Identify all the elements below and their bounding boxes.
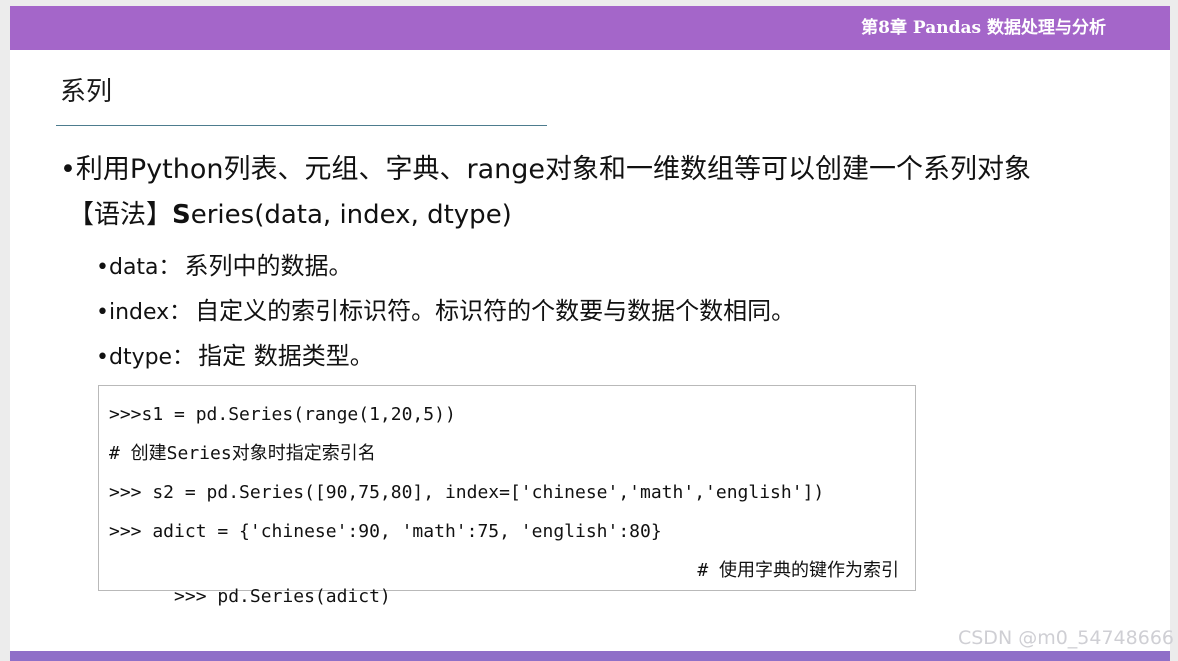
param-term: •index：	[96, 300, 192, 325]
param-term: •dtype：	[96, 345, 195, 370]
syntax-strong-letter: S	[172, 200, 191, 230]
watermark-text: CSDN @m0_54748666	[957, 627, 1174, 649]
param-dtype: •dtype： 指定 数据类型。	[96, 339, 374, 373]
header-band: 第8章 Pandas 数据处理与分析	[10, 6, 1170, 50]
param-term: •data：	[96, 255, 181, 280]
code-comment: # 创建Series对象时指定索引名	[109, 443, 376, 464]
chapter-title: 第8章 Pandas 数据处理与分析	[861, 18, 1106, 38]
param-desc: 系列中的数据。	[184, 252, 353, 280]
code-line-with-note: >>> pd.Series(adict) # 使用字典的键作为索引	[109, 558, 905, 607]
slide-title: 系列	[60, 77, 113, 107]
param-desc: 自定义的索引标识符。标识符的个数要与数据个数相同。	[195, 297, 796, 325]
slide: 第8章 Pandas 数据处理与分析 系列 •利用Python列表、元组、字典、…	[10, 6, 1170, 661]
code-block: >>>s1 = pd.Series(range(1,20,5)) # 创建Ser…	[98, 385, 916, 607]
title-underline	[56, 125, 547, 126]
code-line: >>>s1 = pd.Series(range(1,20,5))	[109, 404, 456, 425]
code-line: >>> s2 = pd.Series([90,75,80], index=['c…	[109, 482, 825, 503]
syntax-signature: eries(data, index, dtype)	[190, 200, 512, 230]
syntax-line: 【语法】Series(data, index, dtype)	[68, 195, 512, 235]
code-line-text: >>> pd.Series(adict)	[174, 586, 391, 607]
param-data: •data： 系列中的数据。	[96, 249, 353, 283]
param-desc: 指定 数据类型。	[198, 342, 374, 370]
footer-band	[10, 651, 1170, 661]
main-bullet: •利用Python列表、元组、字典、range对象和一维数组等可以创建一个系列对…	[60, 154, 1032, 185]
code-inline-comment: # 使用字典的键作为索引	[697, 560, 899, 581]
param-index: •index： 自定义的索引标识符。标识符的个数要与数据个数相同。	[96, 294, 795, 328]
code-line: >>> adict = {'chinese':90, 'math':75, 'e…	[109, 521, 662, 542]
syntax-prefix: 【语法】	[68, 200, 173, 230]
